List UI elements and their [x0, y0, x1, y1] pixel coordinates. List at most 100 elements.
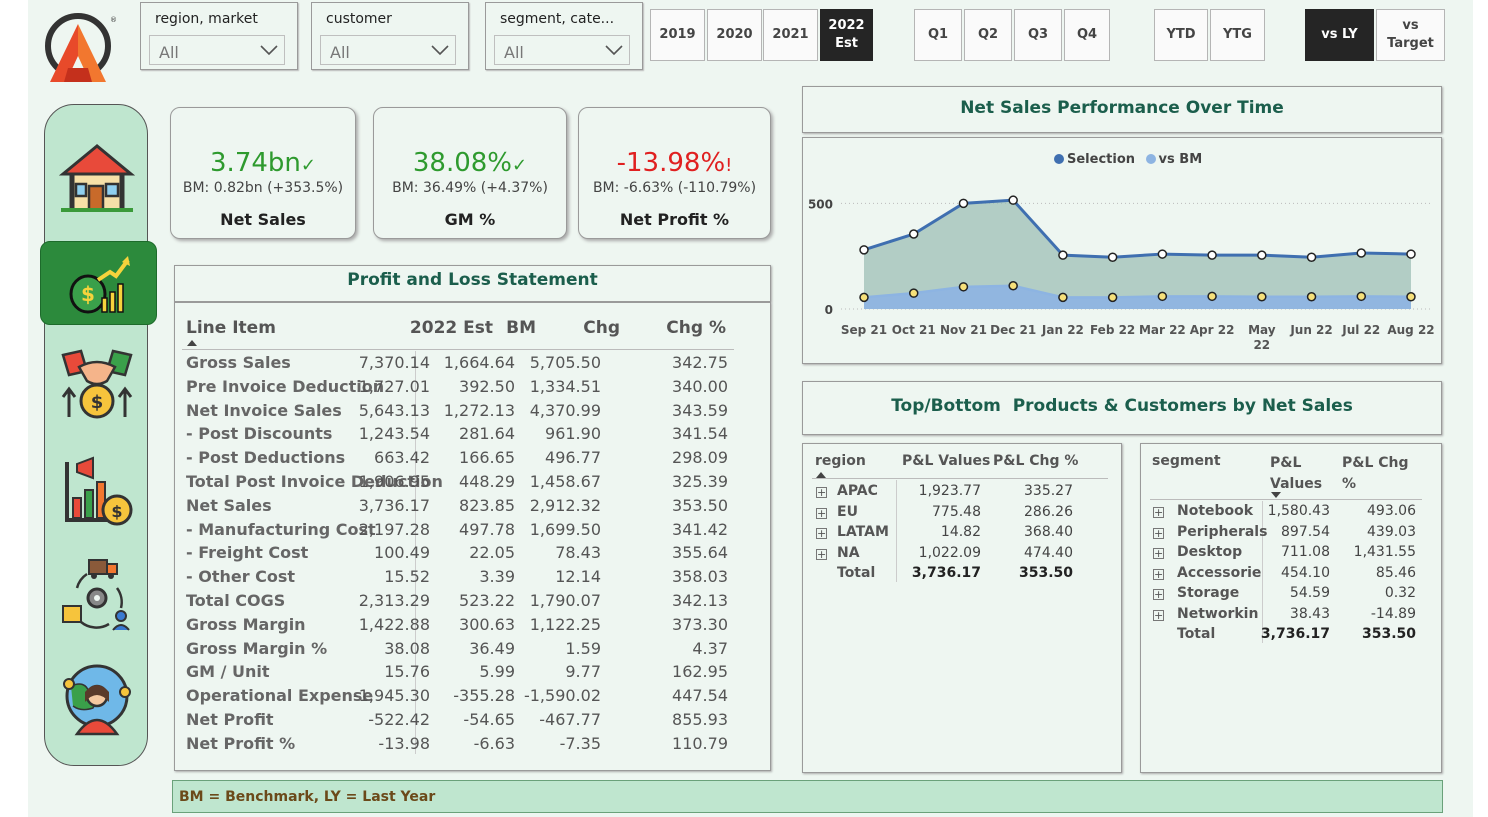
chg-percent-cell: 373.30	[672, 614, 728, 634]
table-row[interactable]: GM / Unit 15.76 5.99 9.77 162.95	[186, 662, 746, 686]
matrix-header-divider	[812, 478, 1108, 479]
nav-home[interactable]	[52, 138, 142, 218]
compare-button-vs-ly[interactable]: vs LY	[1305, 9, 1374, 61]
expand-icon[interactable]: +	[1153, 527, 1164, 539]
x-tick-label: 22	[1253, 338, 1270, 352]
column-header-pl-chg-percent[interactable]: P&L Chg %	[993, 453, 1078, 469]
period-button-ytg[interactable]: YTG	[1210, 9, 1265, 61]
table-row[interactable]: - Freight Cost 100.49 22.05 78.43 355.64	[186, 543, 746, 567]
row-label[interactable]: Storage	[1177, 585, 1239, 601]
chg-cell: 961.90	[545, 424, 601, 444]
est-cell: -1,945.30	[352, 686, 430, 706]
nav-finance-view[interactable]: $	[40, 241, 157, 325]
year-button-2022-est[interactable]: 2022 Est	[820, 9, 873, 61]
x-tick-label: Oct 21	[892, 323, 936, 337]
table-row[interactable]: Total Post Invoice Deduction 1,906.95 448.…	[186, 472, 746, 496]
row-label[interactable]: NA	[837, 545, 860, 561]
filter-value: All	[330, 43, 350, 62]
sort-descending-icon	[1271, 492, 1281, 498]
quarter-button-q4[interactable]: Q4	[1064, 9, 1110, 61]
x-tick-label: Sep 21	[841, 323, 887, 337]
expand-icon[interactable]: +	[1153, 507, 1164, 518]
table-row[interactable]: - Manufacturing Cost 2,197.28 497.78 1,699.…	[186, 520, 746, 544]
filter-region-market[interactable]: region, market All	[140, 2, 298, 70]
table-row[interactable]: Total COGS 2,313.29 523.22 1,790.07 342.13	[186, 591, 746, 615]
y-tick-label: 500	[808, 197, 833, 211]
row-label[interactable]: APAC	[837, 483, 878, 499]
table-row[interactable]: Gross Margin % 38.08 36.49 1.59 4.37	[186, 639, 746, 663]
expand-icon[interactable]: +	[816, 548, 827, 560]
column-header-2022-est[interactable]: 2022 Est	[410, 318, 493, 338]
column-header-region[interactable]: region	[815, 453, 866, 469]
table-row[interactable]: Gross Margin 1,422.88 300.63 1,122.25 373.30	[186, 615, 746, 639]
table-row[interactable]: Operational Expense -1,945.30 -355.28 -1,59…	[186, 686, 746, 710]
expand-icon[interactable]: +	[1153, 568, 1164, 580]
nav-supply-chain[interactable]	[52, 556, 142, 636]
filter-dropdown[interactable]: All	[494, 35, 630, 65]
expand-icon[interactable]: +	[816, 487, 827, 498]
column-header-pl-values[interactable]: P&L Values	[902, 453, 990, 469]
data-point	[958, 198, 969, 209]
quarter-button-q3[interactable]: Q3	[1014, 9, 1062, 61]
filter-dropdown[interactable]: All	[149, 35, 285, 65]
year-button-2019[interactable]: 2019	[650, 9, 705, 61]
filter-segment-category[interactable]: segment, cate... All	[485, 2, 643, 70]
column-header-segment[interactable]: segment	[1152, 453, 1221, 469]
nav-marketing[interactable]: $	[52, 452, 142, 532]
pl-header-row: Line Item 2022 Est BM Chg Chg %	[186, 318, 746, 344]
compare-label: vs Target	[1387, 18, 1434, 51]
expand-icon[interactable]: +	[816, 507, 827, 519]
row-label[interactable]: Notebook	[1177, 503, 1253, 519]
row-label[interactable]: Accessorie	[1177, 565, 1261, 581]
bm-cell: -355.28	[453, 686, 515, 706]
nav-executive[interactable]	[52, 660, 142, 740]
topbottom-title-panel: Top/Bottom Products & Customers by Net S…	[802, 381, 1442, 435]
table-row[interactable]: Net Profit % -13.98 -6.63 -7.35 110.79	[186, 734, 746, 758]
chg-percent-cell: 343.59	[672, 400, 728, 420]
column-header-chg[interactable]: Chg	[583, 318, 620, 338]
table-row[interactable]: Net Invoice Sales 5,643.13 1,272.13 4,370.9…	[186, 401, 746, 425]
period-button-ytd[interactable]: YTD	[1154, 9, 1208, 61]
megaphone-chart-icon: $	[65, 456, 133, 526]
table-row[interactable]: Net Profit -522.42 -54.65 -467.77 855.93	[186, 710, 746, 734]
table-row[interactable]: Net Sales 3,736.17 823.85 2,912.32 353.50	[186, 496, 746, 520]
column-header-chg-percent[interactable]: Chg %	[666, 318, 726, 338]
filter-dropdown[interactable]: All	[320, 35, 456, 65]
total-label: Total	[837, 565, 876, 581]
expand-icon[interactable]: +	[816, 528, 827, 539]
column-header-line-item[interactable]: Line Item	[186, 318, 276, 338]
row-value: 85.46	[1375, 564, 1416, 581]
row-label[interactable]: LATAM	[837, 524, 889, 540]
row-value: 1,022.09	[918, 544, 981, 561]
row-label[interactable]: Peripherals	[1177, 524, 1267, 540]
expand-icon[interactable]: +	[1153, 589, 1164, 600]
table-row[interactable]: - Post Deductions 663.42 166.65 496.77 298.0…	[186, 448, 746, 472]
expand-icon[interactable]: +	[1153, 548, 1164, 559]
table-row[interactable]: Gross Sales 7,370.14 1,664.64 5,705.50 342.7…	[186, 353, 746, 377]
column-header-bm[interactable]: BM	[506, 318, 536, 338]
kpi-title: GM %	[444, 210, 496, 229]
quarter-button-q2[interactable]: Q2	[964, 9, 1012, 61]
line-item-cell: Operational Expense	[186, 686, 374, 706]
table-row[interactable]: Pre Invoice Deduction 1,727.01 392.50 1,334…	[186, 377, 746, 401]
x-tick-label: May	[1248, 323, 1276, 337]
quarter-button-q1[interactable]: Q1	[914, 9, 962, 61]
compare-button-vs-target[interactable]: vs Target	[1376, 9, 1445, 61]
chg-cell: 1,790.07	[529, 591, 601, 610]
year-button-2020[interactable]: 2020	[707, 9, 762, 61]
nav-customer-deals[interactable]: $	[52, 345, 142, 425]
data-point	[1058, 250, 1068, 260]
data-point	[908, 229, 919, 239]
filter-customer[interactable]: customer All	[311, 2, 469, 70]
est-cell: 663.42	[374, 448, 430, 468]
year-button-2021[interactable]: 2021	[763, 9, 818, 61]
row-label[interactable]: EU	[837, 504, 858, 520]
row-label[interactable]: Desktop	[1177, 544, 1242, 560]
table-row[interactable]: - Other Cost 15.52 3.39 12.14 358.03	[186, 567, 746, 591]
expand-icon[interactable]: +	[1153, 609, 1164, 621]
row-label[interactable]: Networkin	[1177, 606, 1258, 622]
chg-cell: 4,370.99	[529, 400, 601, 420]
table-row[interactable]: - Post Discounts 1,243.54 281.64 961.90 341.…	[186, 424, 746, 448]
data-point	[1356, 248, 1367, 258]
row-value: 1,431.55	[1353, 544, 1416, 560]
